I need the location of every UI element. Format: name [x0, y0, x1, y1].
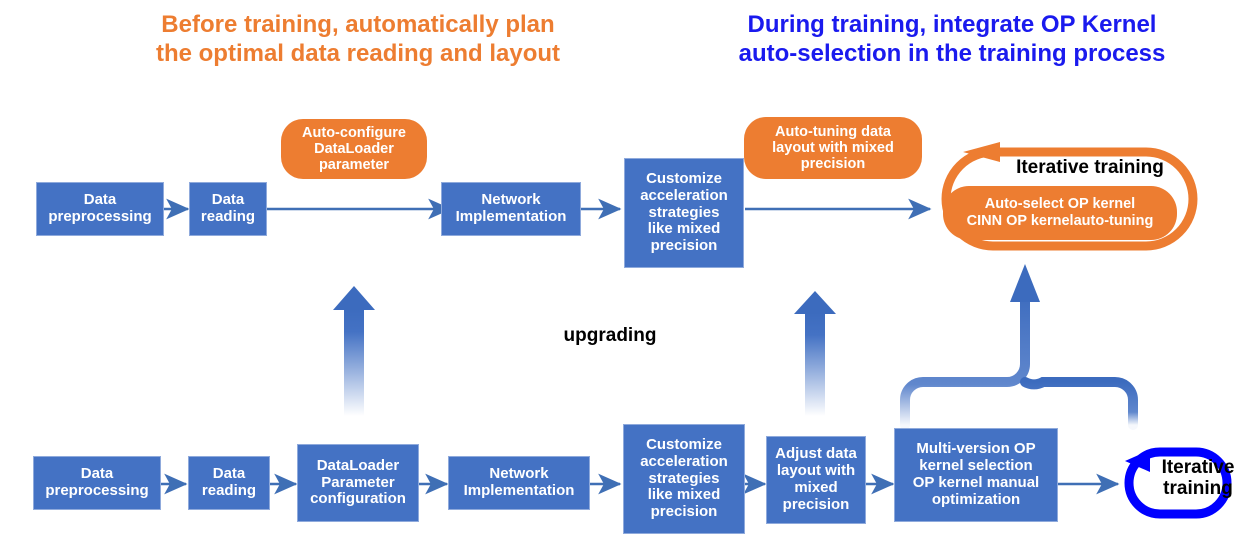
top-box-1-line2: preprocessing [48, 208, 152, 225]
upgrading-label: upgrading [563, 325, 657, 346]
top-box-customize-acceleration[interactable]: Customize acceleration strategies like m… [624, 158, 744, 268]
bubble-2-line2: layout with mixed [772, 139, 894, 156]
heading-left-line2: the optimal data reading and layout [155, 40, 561, 68]
bottom-box-3-line2: Parameter [321, 473, 395, 491]
loop-title-iterative-training-bottom: Iterative training [1143, 457, 1253, 500]
bottom-loop-line1: Iterative [1161, 457, 1235, 478]
bottom-loop-line2: training [1163, 477, 1233, 499]
bottom-box-7-line3: OP kernel manual [912, 474, 1040, 491]
bubble-2-line1: Auto-tuning data [775, 123, 891, 140]
heading-right-line1: During training, integrate OP Kernel [747, 11, 1157, 38]
heading-before-training: Before training, automatically plan the … [138, 10, 578, 69]
top-box-data-reading[interactable]: Data reading [189, 182, 267, 236]
bottom-box-5-line2: acceleration [640, 452, 728, 470]
bottom-box-1-line1: Data [80, 465, 114, 483]
bottom-box-6-line4: precision [782, 495, 850, 513]
bottom-box-5-line1: Customize [646, 436, 722, 453]
bottom-box-network-implementation[interactable]: Network Implementation [448, 456, 590, 510]
bottom-box-7-line2: kernel selection [919, 457, 1033, 475]
bubble-1-line3: parameter [318, 157, 390, 174]
top-box-4-line5: precision [650, 237, 718, 255]
bottom-box-4-line1: Network [489, 465, 549, 483]
diagram-canvas: Before training, automatically plan the … [0, 0, 1258, 557]
top-box-4-line1: Customize [646, 170, 722, 187]
upgrade-arrow-left [333, 286, 375, 416]
heading-during-training: During training, integrate OP Kernel aut… [716, 10, 1188, 69]
top-box-4-line4: like mixed [647, 220, 721, 238]
top-box-4-line3: strategies [648, 203, 720, 221]
bubble-1-line2: DataLoader [314, 140, 394, 157]
bottom-box-7-line1: Multi-version OP [916, 440, 1036, 458]
bottom-box-6-line3: mixed [794, 479, 838, 496]
top-box-1-line1: Data [83, 191, 117, 209]
bottom-box-data-reading[interactable]: Data reading [188, 456, 270, 510]
bottom-box-1-line2: preprocessing [45, 482, 149, 499]
loop-pill-auto-select-op-kernel[interactable]: Auto-select OP kernel CINN OP kernelauto… [943, 186, 1177, 240]
bottom-box-2-line1: Data [212, 465, 246, 483]
top-box-network-implementation[interactable]: Network Implementation [441, 182, 581, 236]
top-box-3-line1: Network [481, 191, 541, 209]
bottom-box-adjust-data-layout[interactable]: Adjust data layout with mixed precision [766, 436, 866, 524]
top-box-2-line1: Data [211, 191, 245, 209]
bottom-box-multi-version-op-kernel[interactable]: Multi-version OP kernel selection OP ker… [894, 428, 1058, 522]
loop-pill-line1: Auto-select OP kernel [984, 196, 1136, 213]
bottom-box-5-line3: strategies [648, 469, 720, 487]
bubble-2-line3: precision [800, 156, 866, 173]
bottom-box-5-line4: like mixed [647, 486, 721, 504]
bottom-box-5-line5: precision [650, 503, 718, 521]
bottom-box-7-line4: optimization [931, 490, 1021, 508]
loop-title-iterative-training-top: Iterative training [1016, 157, 1164, 178]
bubble-auto-configure-dataloader[interactable]: Auto-configure DataLoader parameter [281, 119, 427, 179]
bubble-1-line1: Auto-configure [302, 124, 406, 141]
bottom-box-2-line2: reading [201, 482, 257, 499]
top-box-4-line2: acceleration [640, 186, 728, 204]
upgrade-arrow-middle [794, 291, 836, 416]
bottom-box-dataloader-parameter-configuration[interactable]: DataLoader Parameter configuration [297, 444, 419, 522]
top-box-2-line2: reading [200, 208, 256, 225]
bottom-box-3-line3: configuration [310, 490, 406, 508]
upgrade-arrows [333, 286, 836, 416]
bottom-box-4-line2: Implementation [463, 482, 575, 499]
bottom-box-3-line1: DataLoader [316, 456, 400, 474]
top-box-data-preprocessing[interactable]: Data preprocessing [36, 182, 164, 236]
bubble-auto-tuning-data-layout[interactable]: Auto-tuning data layout with mixed preci… [744, 117, 922, 179]
loop-pill-line2: CINN OP kernelauto-tuning [966, 213, 1154, 229]
merge-arrow-up-icon [900, 264, 1138, 430]
bottom-box-6-line2: layout with [776, 462, 856, 480]
top-box-3-line2: Implementation [455, 208, 567, 225]
heading-left-line1: Before training, automatically plan [161, 11, 555, 38]
heading-right-line2: auto-selection in the training process [738, 40, 1166, 68]
bottom-box-data-preprocessing[interactable]: Data preprocessing [33, 456, 161, 510]
bottom-box-customize-acceleration[interactable]: Customize acceleration strategies like m… [623, 424, 745, 534]
bottom-box-6-line1: Adjust data [775, 445, 857, 463]
